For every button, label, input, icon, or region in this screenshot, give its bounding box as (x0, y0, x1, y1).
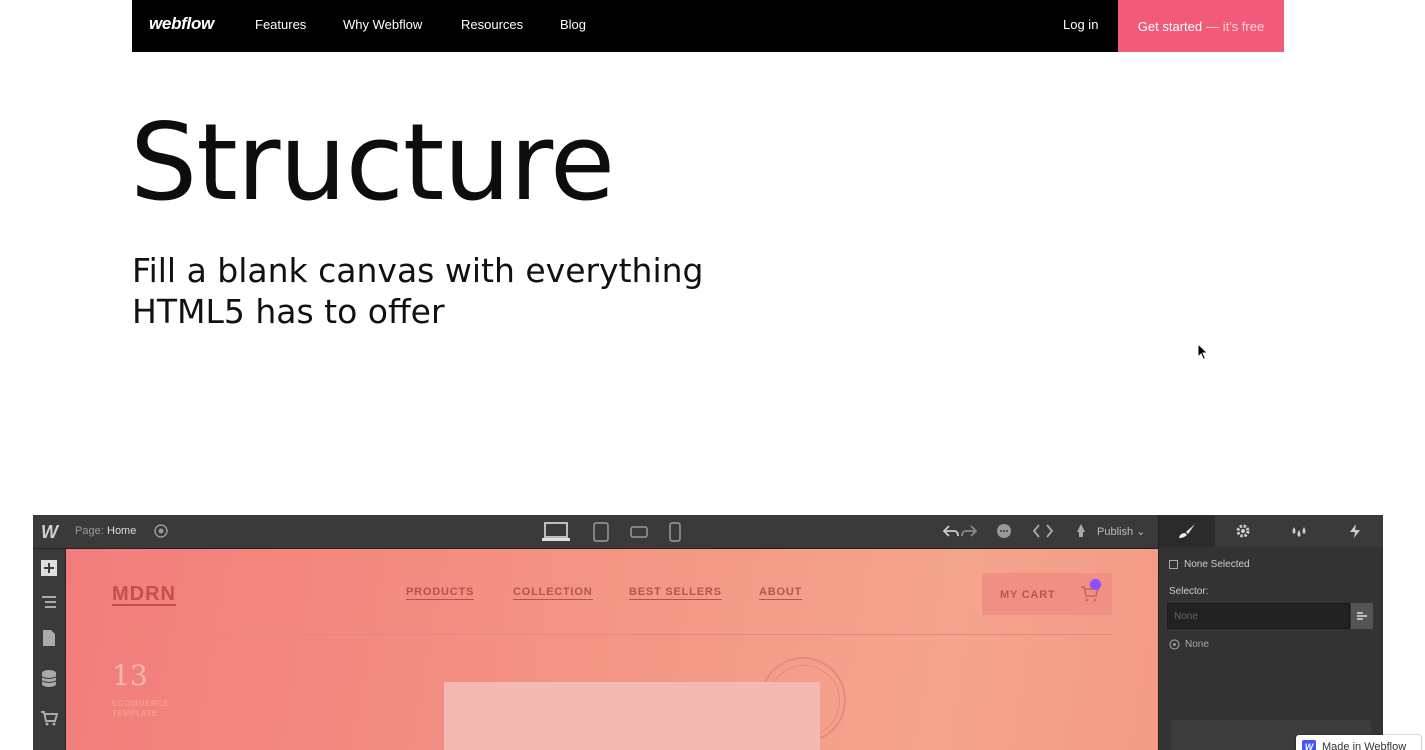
landscape-phone-icon[interactable] (630, 525, 648, 539)
tab-style[interactable] (1159, 515, 1215, 547)
drops-icon (1292, 527, 1306, 537)
made-in-webflow-badge[interactable]: W Made in Webflow (1296, 735, 1421, 750)
site-nav-best-sellers[interactable]: BEST SELLERS (629, 586, 722, 600)
selection-checkbox[interactable] (1169, 560, 1178, 569)
pages-icon[interactable] (40, 629, 58, 647)
designer-left-toolbar (33, 549, 66, 750)
hero-subtitle: Fill a blank canvas with everything HTML… (132, 250, 732, 332)
page-selector[interactable]: Home (107, 525, 136, 537)
portrait-phone-icon[interactable] (669, 522, 681, 542)
designer-canvas[interactable]: MDRN PRODUCTS COLLECTION BEST SELLERS AB… (66, 549, 1158, 750)
add-element-icon[interactable] (40, 559, 58, 577)
selector-options-button[interactable] (1351, 603, 1373, 629)
site-nav-about[interactable]: ABOUT (759, 586, 803, 600)
top-navigation: webflow Features Why Webflow Resources B… (132, 0, 1284, 52)
nav-link-resources[interactable]: Resources (461, 17, 523, 32)
designer-preview: W Page: Home Publish ⌄ MDRN PRODUCTS COL… (33, 515, 1383, 750)
comments-icon[interactable] (996, 523, 1012, 539)
tab-settings[interactable] (1215, 515, 1271, 547)
navigator-icon[interactable] (40, 593, 58, 611)
get-started-label: Get started (1137, 18, 1203, 34)
site-nav-products[interactable]: PRODUCTS (406, 586, 475, 600)
tab-interactions[interactable] (1327, 515, 1383, 547)
made-in-webflow-label: Made in Webflow (1322, 741, 1407, 750)
site-brand-logo[interactable]: MDRN (112, 584, 176, 606)
mouse-cursor-icon (1197, 343, 1209, 361)
selector-input[interactable]: None (1167, 603, 1350, 629)
cart-count-dot (1090, 579, 1101, 590)
none-selected-row: None Selected (1169, 559, 1250, 570)
publish-label: Publish (1097, 526, 1134, 538)
none-selected-label: None Selected (1184, 559, 1250, 570)
gear-icon (1236, 524, 1250, 538)
tablet-view-icon[interactable] (592, 522, 610, 542)
designer-topbar: W Page: Home Publish ⌄ (33, 515, 1158, 549)
designer-style-panel: None Selected Selector: None None (1158, 515, 1383, 750)
site-hero-image (444, 682, 820, 750)
site-hero-caption: ECOMMERCE TEMPLATE (112, 699, 169, 719)
nav-link-blog[interactable]: Blog (560, 17, 586, 32)
redo-icon[interactable] (961, 523, 977, 539)
selector-label: Selector: (1169, 586, 1209, 597)
list-options-icon (1357, 612, 1367, 620)
login-link[interactable]: Log in (1063, 17, 1098, 32)
preview-eye-icon[interactable] (153, 523, 169, 539)
site-nav-collection[interactable]: COLLECTION (513, 586, 593, 600)
hero-title: Structure (130, 101, 615, 224)
designer-logo[interactable]: W (41, 522, 58, 543)
publish-rocket-icon[interactable] (1073, 523, 1089, 539)
publish-button[interactable]: Publish ⌄ (1097, 525, 1145, 538)
get-started-button[interactable]: Get started — it's free (1118, 0, 1284, 52)
hero-subtitle-line-1: Fill a blank canvas with everything (132, 251, 704, 290)
hero-subtitle-line-2: HTML5 has to offer (132, 292, 445, 331)
site-cart-label: MY CART (1000, 589, 1056, 601)
inheritance-row: None (1169, 639, 1209, 650)
site-hero-number: 13 (112, 659, 148, 692)
code-icon[interactable] (1033, 523, 1053, 539)
inheritance-label: None (1185, 639, 1209, 650)
panel-tabs (1159, 515, 1383, 547)
webflow-logo[interactable]: webflow (149, 14, 214, 34)
site-header-divider (112, 634, 1112, 635)
target-icon (1169, 639, 1180, 650)
site-hero-caption-line-1: ECOMMERCE (112, 699, 170, 708)
desktop-view-icon[interactable] (542, 521, 570, 543)
nav-link-features[interactable]: Features (255, 17, 306, 32)
webflow-badge-icon: W (1302, 740, 1316, 750)
undo-icon[interactable] (943, 523, 959, 539)
page-label: Page: (75, 525, 104, 537)
lightning-icon (1350, 524, 1360, 538)
site-hero-caption-line-2: TEMPLATE (112, 709, 158, 718)
site-cart-button[interactable]: MY CART (982, 573, 1112, 615)
cms-database-icon[interactable] (40, 669, 58, 687)
get-started-sublabel: — it's free (1206, 18, 1265, 34)
ecommerce-cart-icon[interactable] (40, 709, 58, 727)
nav-link-why-webflow[interactable]: Why Webflow (343, 17, 422, 32)
paintbrush-icon (1179, 524, 1195, 538)
tab-style-manager[interactable] (1271, 515, 1327, 547)
